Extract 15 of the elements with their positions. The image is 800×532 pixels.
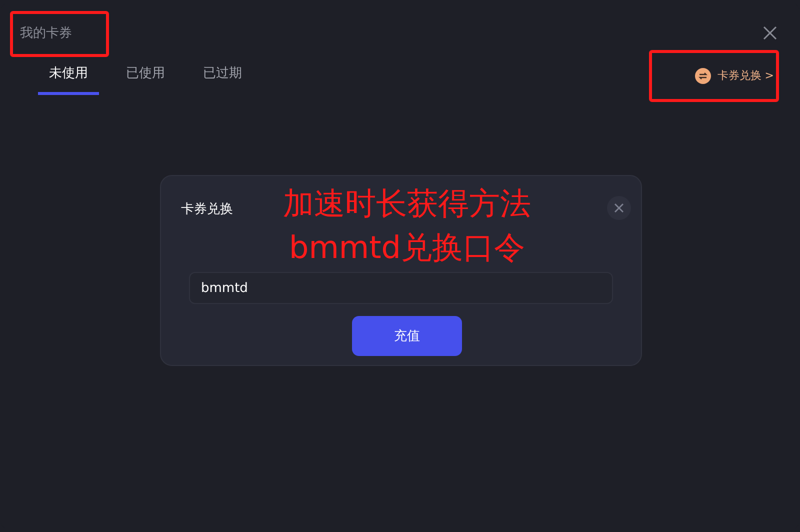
- tab[interactable]: 已使用: [115, 56, 176, 95]
- code-input[interactable]: bmmtd: [189, 272, 613, 304]
- window-title: 我的卡券: [20, 25, 72, 42]
- dialog-title: 卡券兑换: [181, 201, 233, 218]
- tab[interactable]: 已过期: [192, 56, 253, 95]
- annotation-text: bmmtd兑换口令: [289, 229, 525, 268]
- close-button[interactable]: [607, 196, 631, 220]
- swap-icon: [695, 68, 712, 84]
- redeem-link[interactable]: 卡券兑换 >: [695, 68, 774, 84]
- redeem-label: 卡券兑换 >: [717, 68, 774, 83]
- close-icon[interactable]: [763, 26, 777, 40]
- tab[interactable]: 未使用: [38, 56, 99, 95]
- close-icon: [614, 203, 624, 213]
- recharge-button[interactable]: 充值: [352, 316, 462, 356]
- annotation-text: 加速时长获得方法: [283, 185, 531, 224]
